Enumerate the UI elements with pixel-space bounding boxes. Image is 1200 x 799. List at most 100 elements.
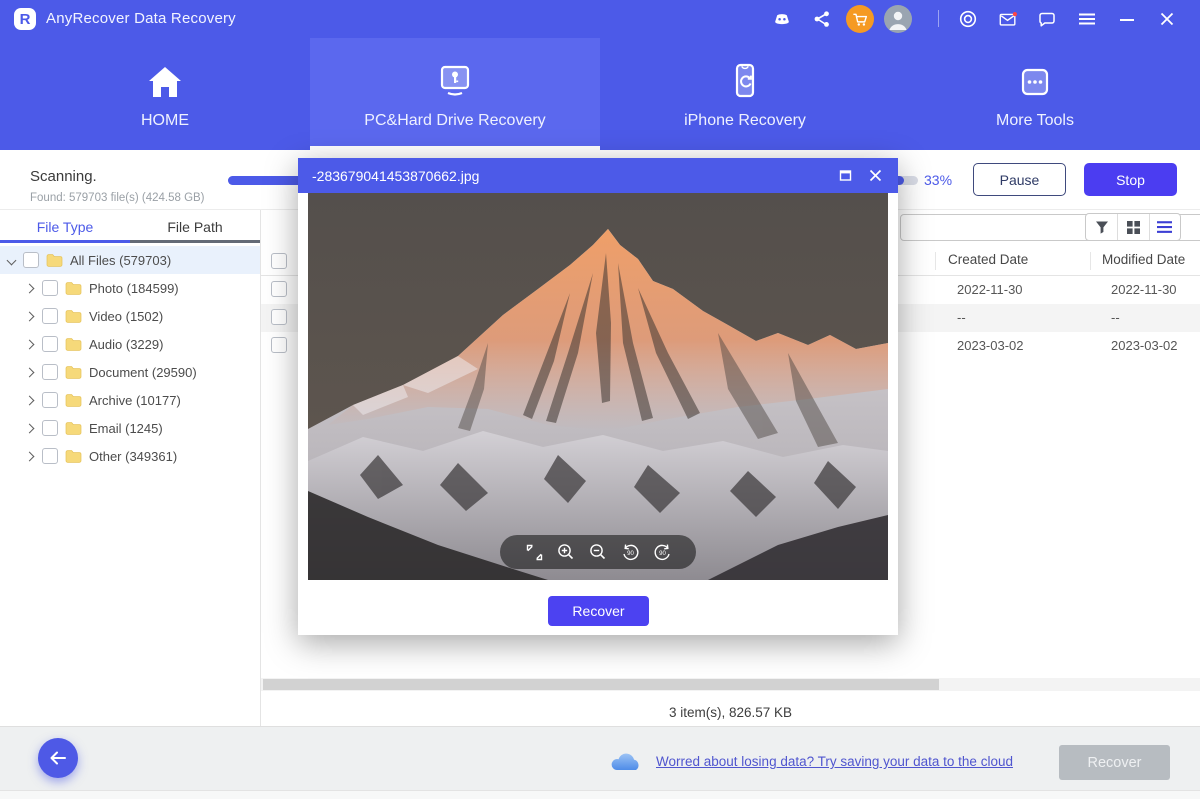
chevron-right-icon[interactable] bbox=[25, 367, 35, 377]
folder-icon bbox=[65, 393, 82, 407]
preview-recover-button[interactable]: Recover bbox=[548, 596, 649, 626]
tree-item-document[interactable]: Document (29590) bbox=[0, 358, 260, 386]
horizontal-scrollbar[interactable] bbox=[261, 678, 1200, 691]
home-icon bbox=[146, 60, 184, 104]
tree-item-audio[interactable]: Audio (3229) bbox=[0, 330, 260, 358]
tab-pc-hard-drive-recovery[interactable]: PC&Hard Drive Recovery bbox=[310, 38, 600, 150]
zoom-in-icon[interactable] bbox=[557, 543, 576, 562]
preview-image-mountain: 90 90 bbox=[308, 193, 888, 580]
tab-file-path[interactable]: File Path bbox=[130, 210, 260, 243]
checkbox[interactable] bbox=[42, 336, 58, 352]
arrow-left-icon bbox=[49, 750, 67, 766]
rotate-right-90-icon[interactable]: 90 bbox=[653, 543, 672, 562]
grid-view-icon bbox=[1126, 220, 1141, 235]
tab-label: More Tools bbox=[996, 112, 1074, 130]
preview-controls: 90 90 bbox=[500, 535, 696, 569]
column-header-created[interactable]: Created Date bbox=[948, 252, 1028, 267]
account-icon[interactable] bbox=[884, 5, 912, 33]
checkbox[interactable] bbox=[42, 392, 58, 408]
filter-icon bbox=[1094, 219, 1110, 235]
cell-modified-date: -- bbox=[1111, 310, 1120, 325]
tree-item-photo[interactable]: Photo (184599) bbox=[0, 274, 260, 302]
target-icon[interactable] bbox=[958, 9, 978, 29]
maximize-icon[interactable] bbox=[836, 166, 854, 184]
title-bar: R AnyRecover Data Recovery bbox=[0, 0, 1200, 38]
fullscreen-icon[interactable] bbox=[525, 543, 544, 562]
sidebar-tabs: File Type File Path bbox=[0, 210, 260, 243]
close-icon[interactable] bbox=[1157, 9, 1177, 29]
view-toggle-group bbox=[1085, 213, 1181, 241]
folder-icon bbox=[65, 421, 82, 435]
tree-item-label: Document (29590) bbox=[89, 365, 197, 380]
tree-item-email[interactable]: Email (1245) bbox=[0, 414, 260, 442]
checkbox[interactable] bbox=[42, 308, 58, 324]
tree-item-video[interactable]: Video (1502) bbox=[0, 302, 260, 330]
tab-iphone-recovery[interactable]: iPhone Recovery bbox=[600, 38, 890, 150]
folder-icon bbox=[65, 281, 82, 295]
tree-item-label: All Files (579703) bbox=[70, 253, 171, 268]
scan-found-text: Found: 579703 file(s) (424.58 GB) bbox=[30, 192, 205, 204]
more-tools-icon bbox=[1015, 60, 1055, 104]
grid-view-button[interactable] bbox=[1117, 214, 1148, 240]
tree-item-label: Photo (184599) bbox=[89, 281, 179, 296]
menu-icon[interactable] bbox=[1077, 9, 1097, 29]
rotate-left-90-icon[interactable]: 90 bbox=[621, 543, 640, 562]
folder-icon bbox=[65, 365, 82, 379]
anyrecover-window: R AnyRecover Data Recovery bbox=[0, 0, 1200, 799]
footer-bar: Worred about losing data? Try saving you… bbox=[0, 726, 1200, 790]
folder-icon bbox=[46, 253, 63, 267]
share-icon[interactable] bbox=[812, 9, 832, 29]
minimize-icon[interactable] bbox=[1117, 9, 1137, 29]
close-preview-icon[interactable] bbox=[866, 166, 884, 184]
checkbox[interactable] bbox=[23, 252, 39, 268]
tree-item-label: Other (349361) bbox=[89, 449, 177, 464]
row-checkbox[interactable] bbox=[271, 281, 287, 297]
discord-icon[interactable] bbox=[772, 9, 792, 29]
app-logo-icon: R bbox=[14, 8, 36, 30]
preview-dialog: -283679041453870662.jpg bbox=[298, 158, 898, 635]
stop-button[interactable]: Stop bbox=[1084, 163, 1177, 196]
chevron-down-icon[interactable] bbox=[7, 255, 17, 265]
checkbox[interactable] bbox=[42, 420, 58, 436]
chevron-right-icon[interactable] bbox=[25, 395, 35, 405]
scan-status-text: Scanning. bbox=[30, 168, 97, 185]
column-header-modified[interactable]: Modified Date bbox=[1102, 252, 1185, 267]
checkbox[interactable] bbox=[42, 364, 58, 380]
folder-icon bbox=[65, 449, 82, 463]
iphone-refresh-icon bbox=[725, 60, 765, 104]
cell-created-date: 2023-03-02 bbox=[957, 338, 1024, 353]
cell-created-date: -- bbox=[957, 310, 966, 325]
chevron-right-icon[interactable] bbox=[25, 451, 35, 461]
tree-item-archive[interactable]: Archive (10177) bbox=[0, 386, 260, 414]
row-checkbox[interactable] bbox=[271, 337, 287, 353]
cart-icon[interactable] bbox=[846, 5, 874, 33]
chevron-right-icon[interactable] bbox=[25, 339, 35, 349]
chevron-right-icon[interactable] bbox=[25, 283, 35, 293]
tree-item-label: Audio (3229) bbox=[89, 337, 163, 352]
back-button[interactable] bbox=[38, 738, 78, 778]
filter-button[interactable] bbox=[1086, 214, 1117, 240]
bottom-edge bbox=[0, 790, 1200, 799]
svg-text:90: 90 bbox=[627, 551, 634, 557]
pause-button[interactable]: Pause bbox=[973, 163, 1066, 196]
recover-button-disabled[interactable]: Recover bbox=[1059, 745, 1170, 780]
select-all-checkbox[interactable] bbox=[271, 253, 287, 269]
tree-item-all-files[interactable]: All Files (579703) bbox=[0, 246, 260, 274]
cloud-icon bbox=[608, 750, 644, 779]
chevron-right-icon[interactable] bbox=[25, 423, 35, 433]
scrollbar-thumb[interactable] bbox=[263, 679, 939, 690]
list-view-button[interactable] bbox=[1149, 214, 1180, 240]
tree-item-other[interactable]: Other (349361) bbox=[0, 442, 260, 470]
chat-icon[interactable] bbox=[1037, 9, 1057, 29]
chevron-right-icon[interactable] bbox=[25, 311, 35, 321]
cell-created-date: 2022-11-30 bbox=[957, 282, 1023, 297]
checkbox[interactable] bbox=[42, 280, 58, 296]
mail-icon[interactable] bbox=[998, 9, 1018, 29]
tab-file-type[interactable]: File Type bbox=[0, 210, 130, 243]
tab-more-tools[interactable]: More Tools bbox=[890, 38, 1180, 150]
tab-home[interactable]: HOME bbox=[20, 38, 310, 150]
zoom-out-icon[interactable] bbox=[589, 543, 608, 562]
cloud-save-link[interactable]: Worred about losing data? Try saving you… bbox=[656, 754, 1013, 769]
row-checkbox[interactable] bbox=[271, 309, 287, 325]
checkbox[interactable] bbox=[42, 448, 58, 464]
